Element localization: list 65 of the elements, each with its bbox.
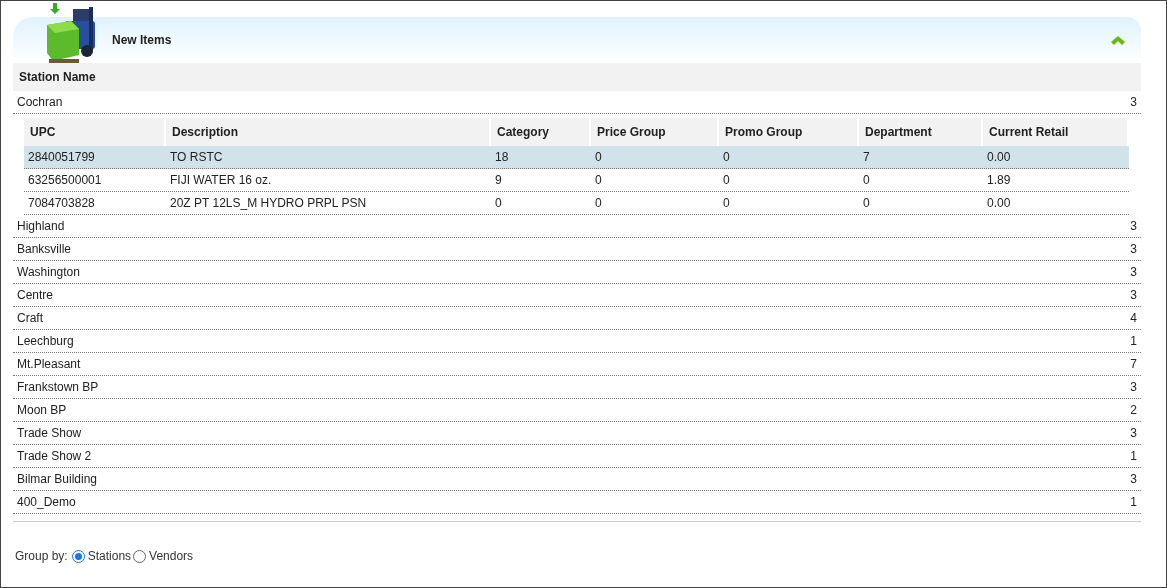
table-cell: FIJI WATER 16 oz.: [170, 173, 272, 187]
item-count: 2: [1130, 402, 1137, 419]
table-cell: 0: [595, 196, 602, 210]
station-name[interactable]: Frankstown BP: [17, 378, 99, 396]
item-count: 4: [1130, 310, 1137, 327]
item-count: 3: [1130, 471, 1137, 488]
table-cell: 18: [495, 150, 509, 164]
table-cell: 7084703828: [28, 196, 95, 210]
column-header: Current Retail: [983, 118, 1129, 146]
item-count: 1: [1130, 448, 1137, 465]
item-count: 3: [1130, 241, 1137, 258]
group-by-label: Group by:: [15, 548, 68, 565]
collapse-icon[interactable]: [1111, 35, 1125, 45]
table-cell: 2840051799: [28, 150, 95, 164]
item-count: 7: [1130, 356, 1137, 373]
table-cell: 63256500001: [28, 173, 102, 187]
table-cell: 9: [495, 173, 502, 187]
station-name[interactable]: Highland: [17, 217, 65, 235]
table-cell: 0: [595, 150, 602, 164]
radio-button[interactable]: [71, 549, 85, 563]
table-cell: 7: [863, 150, 870, 164]
table-cell: 0: [495, 196, 502, 210]
station-name[interactable]: Moon BP: [17, 401, 67, 419]
item-count: 3: [1130, 264, 1137, 281]
table-cell: 0: [863, 173, 870, 187]
station-name[interactable]: Trade Show 2: [17, 447, 92, 465]
table-row[interactable]: 2840051799 TO RSTC 18 0 0 7 0.00: [24, 146, 1129, 169]
station-name[interactable]: Banksville: [17, 240, 72, 258]
station-name[interactable]: Leechburg: [17, 332, 74, 350]
station-name[interactable]: Trade Show: [17, 424, 82, 442]
table-cell: 0: [595, 173, 602, 187]
column-header: UPC: [24, 118, 166, 146]
table-cell: 0: [723, 150, 730, 164]
table-cell: 20Z PT 12LS_M HYDRO PRPL PSN: [170, 196, 367, 210]
item-count: 3: [1130, 425, 1137, 442]
item-count: 3: [1130, 94, 1137, 111]
table-cell: 0: [863, 196, 870, 210]
column-header: Description: [166, 118, 491, 146]
item-count: 3: [1130, 379, 1137, 396]
radio-button[interactable]: [133, 549, 147, 563]
radio-label[interactable]: Vendors: [149, 547, 194, 565]
column-header: Price Group: [591, 118, 719, 146]
item-count: 1: [1130, 333, 1137, 350]
item-count: 3: [1130, 218, 1137, 235]
table-cell: 0: [723, 196, 730, 210]
table-cell: 0: [723, 173, 730, 187]
panel-title: New Items: [112, 32, 172, 49]
column-header: Promo Group: [719, 118, 859, 146]
station-name[interactable]: Centre: [17, 286, 54, 304]
station-name[interactable]: 400_Demo: [17, 493, 76, 511]
column-header: Category: [491, 118, 591, 146]
item-count: 1: [1130, 494, 1137, 511]
table-cell: 0.00: [987, 196, 1011, 210]
column-header: Department: [859, 118, 983, 146]
table-cell: 0.00: [987, 150, 1011, 164]
radio-label[interactable]: Stations: [87, 547, 132, 565]
station-name[interactable]: Mt.Pleasant: [17, 355, 81, 373]
station-name[interactable]: Craft: [17, 309, 43, 327]
station-name[interactable]: Cochran: [17, 93, 63, 111]
station-name[interactable]: Bilmar Building: [17, 470, 98, 488]
table-cell: TO RSTC: [170, 150, 223, 164]
station-name[interactable]: Washington: [17, 263, 80, 281]
item-count: 3: [1130, 287, 1137, 304]
column-title: Station Name: [19, 69, 96, 86]
table-cell: 1.89: [987, 173, 1011, 187]
